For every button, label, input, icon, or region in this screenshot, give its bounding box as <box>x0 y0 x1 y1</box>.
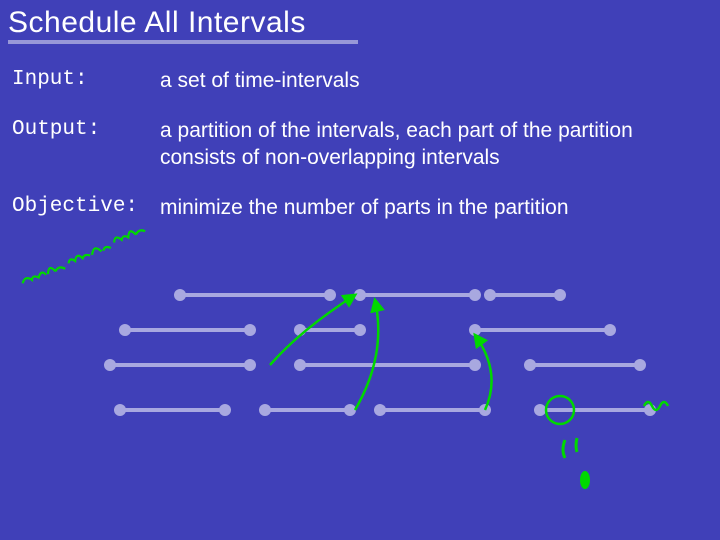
interval-endpoint <box>524 359 536 371</box>
interval-endpoint <box>294 359 306 371</box>
interval-endpoint <box>174 289 186 301</box>
definition-label: Input: <box>12 68 160 94</box>
slide-title: Schedule All Intervals <box>8 6 358 40</box>
interval-endpoint <box>244 359 256 371</box>
annotation-blob <box>580 471 590 489</box>
annotation-mark <box>563 440 565 458</box>
interval-endpoint <box>374 404 386 416</box>
interval-endpoint <box>469 289 481 301</box>
interval-endpoint <box>104 359 116 371</box>
interval-endpoint <box>469 359 481 371</box>
annotation-arrow <box>475 335 492 410</box>
interval-endpoint <box>634 359 646 371</box>
annotation-arrow <box>355 300 378 410</box>
interval-endpoint <box>604 324 616 336</box>
interval-endpoint <box>119 324 131 336</box>
interval-endpoint <box>259 404 271 416</box>
interval-endpoint <box>219 404 231 416</box>
interval-endpoint <box>114 404 126 416</box>
definition-value: minimize the number of parts in the part… <box>160 195 700 221</box>
interval-endpoint <box>484 289 496 301</box>
definition-value: a partition of the intervals, each part … <box>160 118 700 171</box>
intervals-diagram <box>0 260 720 540</box>
definition-output: Output: a partition of the intervals, ea… <box>12 118 700 171</box>
interval-endpoint <box>534 404 546 416</box>
interval-endpoint <box>469 324 481 336</box>
handwriting-annotation <box>10 215 160 285</box>
interval-endpoint <box>244 324 256 336</box>
interval-endpoint <box>324 289 336 301</box>
interval-endpoint <box>554 289 566 301</box>
interval-endpoint <box>344 404 356 416</box>
interval-endpoint <box>354 324 366 336</box>
interval-endpoint <box>354 289 366 301</box>
title-underline <box>8 40 358 44</box>
definition-input: Input: a set of time-intervals <box>12 68 700 94</box>
definition-value: a set of time-intervals <box>160 68 700 94</box>
definition-label: Output: <box>12 118 160 171</box>
slide-title-block: Schedule All Intervals <box>8 6 358 44</box>
annotation-mark <box>576 438 577 452</box>
